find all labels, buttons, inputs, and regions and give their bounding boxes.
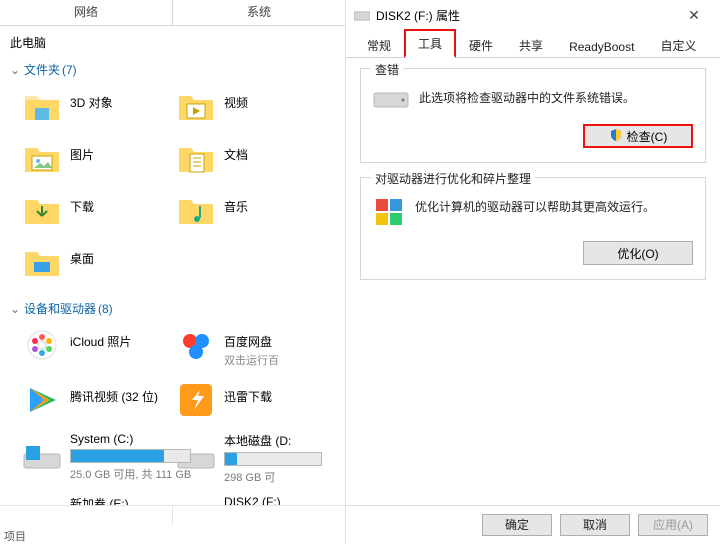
folder-label: 视频: [224, 86, 248, 111]
explorer-location-title: 此电脑: [0, 26, 345, 57]
drive-space-fill: [71, 450, 164, 462]
folder-item-videos[interactable]: 视频: [172, 82, 326, 134]
explorer-status-split: [0, 505, 345, 525]
drive-item-f[interactable]: DISK2 (F:) 29.2 GB 可: [172, 491, 326, 505]
drive-space-fill: [225, 453, 237, 465]
tab-custom[interactable]: 自定义: [647, 32, 709, 58]
drive-space-bar: [224, 452, 322, 466]
explorer-pane: 网络 系统 此电脑 ⌄ 文件夹 (7) 3D 对象: [0, 0, 346, 544]
dialog-footer: 确定 取消 应用(A): [346, 505, 720, 544]
icloud-photos-icon: [22, 325, 62, 365]
windows-drive-icon: [22, 446, 62, 474]
folder-icon: [176, 190, 216, 230]
optimize-group: 对驱动器进行优化和碎片整理 优化计算机的驱动器可以帮助其更高效运行。 优化(O): [360, 177, 706, 280]
explorer-footnote: 项目: [0, 525, 345, 544]
folder-item-downloads[interactable]: 下载: [18, 186, 172, 238]
folder-item-pictures[interactable]: 图片: [18, 134, 172, 186]
check-button-label: 检查(C): [627, 128, 668, 145]
ok-button[interactable]: 确定: [482, 514, 552, 536]
folders-group-header[interactable]: ⌄ 文件夹 (7): [0, 57, 345, 82]
app-label: 百度网盘: [224, 325, 279, 350]
chevron-down-icon: ⌄: [10, 302, 20, 316]
app-item-icloud[interactable]: iCloud 照片: [18, 321, 172, 376]
drives-group-header[interactable]: ⌄ 设备和驱动器 (8): [0, 296, 345, 321]
drive-space-bar: [70, 449, 191, 463]
folder-item-3d-objects[interactable]: 3D 对象: [18, 82, 172, 134]
cancel-button[interactable]: 取消: [560, 514, 630, 536]
folder-icon: [22, 242, 62, 282]
drives-group-label: 设备和驱动器: [24, 300, 96, 317]
folder-item-documents[interactable]: 文档: [172, 134, 326, 186]
folder-label: 文档: [224, 138, 248, 163]
folder-item-desktop[interactable]: 桌面: [18, 238, 172, 290]
app-label: 迅雷下载: [224, 380, 272, 405]
xunlei-icon: [176, 380, 216, 420]
drive-space-text: 298 GB 可: [224, 469, 322, 485]
folders-group-label: 文件夹: [24, 61, 60, 78]
drives-group-count: (8): [98, 302, 113, 316]
folder-label: 音乐: [224, 190, 248, 215]
folder-item-music[interactable]: 音乐: [172, 186, 326, 238]
shield-icon: [609, 128, 623, 145]
app-label: iCloud 照片: [70, 325, 131, 350]
tab-sharing[interactable]: 共享: [506, 32, 556, 58]
app-label: 腾讯视频 (32 位): [70, 380, 158, 405]
optimize-desc: 优化计算机的驱动器可以帮助其更高效运行。: [415, 196, 655, 215]
drive-item-c[interactable]: System (C:) 25.0 GB 可用, 共 111 GB: [18, 428, 172, 491]
properties-dialog: DISK2 (F:) 属性 ✕ 常规 工具 硬件 共享 ReadyBoost 自…: [346, 0, 720, 544]
folder-icon: [176, 86, 216, 126]
optimize-button[interactable]: 优化(O): [583, 241, 693, 265]
optimize-icon: [373, 196, 405, 231]
drives-grid: iCloud 照片 百度网盘双击运行百 腾讯视频 (32 位): [0, 321, 345, 505]
folder-icon: [22, 138, 62, 178]
group-legend: 对驱动器进行优化和碎片整理: [371, 170, 535, 187]
drive-icon: [354, 9, 370, 21]
optimize-button-label: 优化(O): [617, 245, 658, 262]
dialog-title: DISK2 (F:) 属性: [376, 7, 674, 24]
tab-hardware[interactable]: 硬件: [456, 32, 506, 58]
folders-grid: 3D 对象 视频 图片: [0, 82, 345, 296]
tab-tools[interactable]: 工具: [404, 29, 456, 58]
app-item-xunlei[interactable]: 迅雷下载: [172, 376, 326, 428]
error-checking-group: 查错 此选项将检查驱动器中的文件系统错误。 检查(C): [360, 68, 706, 163]
explorer-top-tab-system[interactable]: 系统: [173, 0, 345, 25]
folder-label: 桌面: [70, 242, 94, 267]
close-button[interactable]: ✕: [674, 7, 714, 24]
properties-tabstrip: 常规 工具 硬件 共享 ReadyBoost 自定义: [346, 30, 720, 58]
folders-group-count: (7): [62, 63, 77, 77]
app-item-baidu[interactable]: 百度网盘双击运行百: [172, 321, 326, 376]
chevron-down-icon: ⌄: [10, 63, 20, 77]
folder-label: 3D 对象: [70, 86, 113, 111]
folder-icon: [22, 190, 62, 230]
folder-label: 下载: [70, 190, 94, 215]
folder-label: 图片: [70, 138, 94, 163]
folder-icon: [176, 138, 216, 178]
drive-item-d[interactable]: 本地磁盘 (D: 298 GB 可: [172, 428, 326, 491]
error-checking-desc: 此选项将检查驱动器中的文件系统错误。: [419, 87, 635, 106]
tencent-video-icon: [22, 380, 62, 420]
explorer-top-tab-network[interactable]: 网络: [0, 0, 173, 25]
check-button[interactable]: 检查(C): [583, 124, 693, 148]
drive-item-e[interactable]: 新加卷 (E:) 6.15 GB 可用, 共 6.18 GB: [18, 491, 172, 505]
drive-name: 本地磁盘 (D:: [224, 432, 322, 452]
tab-general[interactable]: 常规: [354, 32, 404, 58]
app-sublabel: 双击运行百: [224, 351, 279, 368]
apply-button[interactable]: 应用(A): [638, 514, 708, 536]
baidu-netdisk-icon: [176, 325, 216, 365]
app-item-tencent-video[interactable]: 腾讯视频 (32 位): [18, 376, 172, 428]
group-legend: 查错: [371, 61, 403, 78]
drive-name: DISK2 (F:): [224, 495, 322, 505]
tab-readyboost[interactable]: ReadyBoost: [556, 35, 647, 58]
folder-icon: [22, 86, 62, 126]
hard-drive-icon: [373, 87, 409, 114]
